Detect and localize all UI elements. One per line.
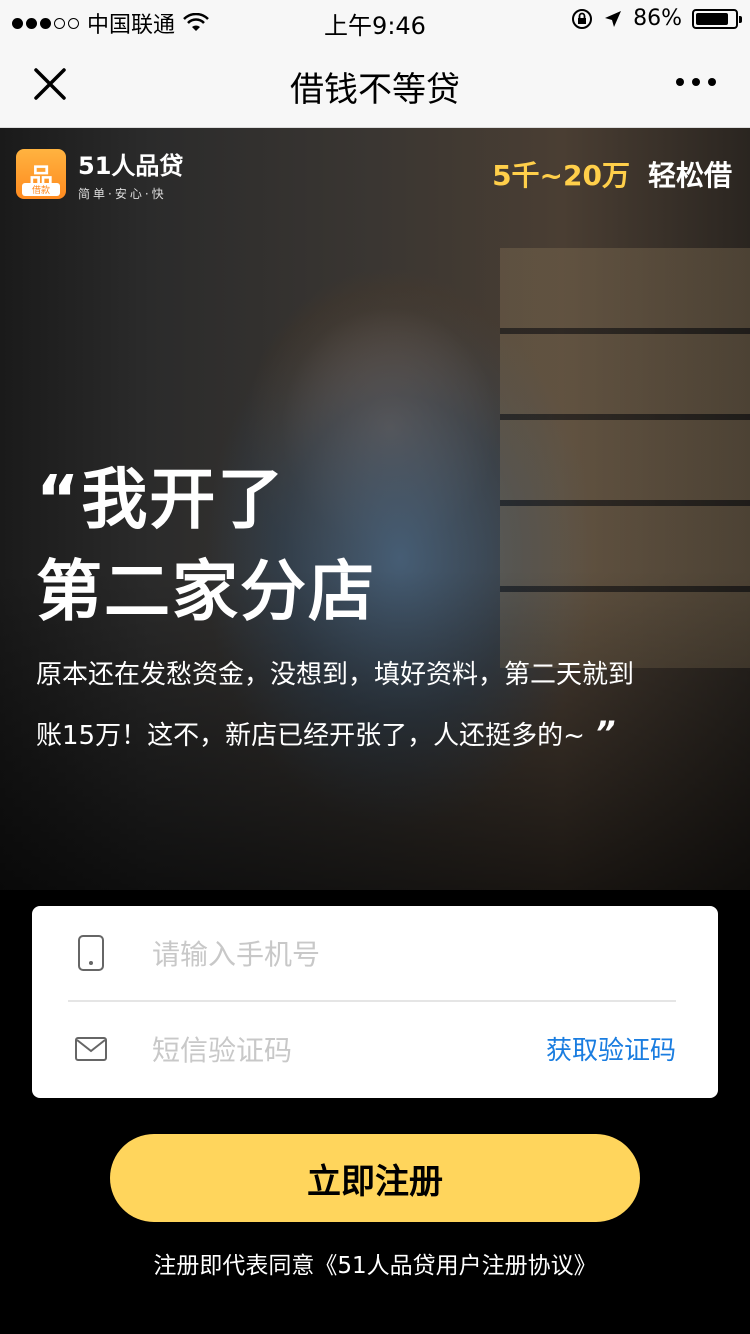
more-icon[interactable]	[676, 70, 720, 94]
phone-icon	[78, 935, 104, 971]
close-quote: ”	[594, 714, 616, 752]
code-row: 获取验证码	[32, 1002, 718, 1096]
mail-icon	[75, 1037, 107, 1061]
navigation-bar: 借钱不等贷	[0, 40, 750, 128]
page-title: 借钱不等贷	[290, 70, 460, 110]
brand-name: 51人品贷	[78, 152, 184, 180]
battery-percent: 86%	[633, 6, 682, 31]
register-form: 获取验证码	[32, 906, 718, 1098]
phone-row	[32, 906, 718, 1000]
status-bar: 中国联通 上午9:46 86%	[0, 0, 750, 40]
headline-line-1: “我开了	[36, 461, 286, 538]
phone-input[interactable]	[150, 928, 534, 980]
agreement-link[interactable]: 注册即代表同意《51人品贷用户注册协议》	[0, 1246, 750, 1280]
brand-slogan: 简单·安心·快	[78, 187, 167, 201]
brand-logo: 品 借款 51人品贷 简单·安心·快	[16, 146, 183, 202]
rotation-lock-icon	[572, 8, 593, 29]
headline-line-2: 第二家分店	[36, 553, 376, 630]
get-code-button[interactable]: 获取验证码	[546, 1030, 676, 1067]
promo-banner: 5千~20万 轻松借	[492, 154, 732, 194]
battery-icon	[692, 8, 742, 29]
promo-text: 轻松借	[647, 159, 732, 192]
hero-banner: 品 借款 51人品贷 简单·安心·快 5千~20万 轻松借 “我开了 第二家分店 …	[0, 128, 750, 890]
register-button[interactable]: 立即注册	[110, 1134, 640, 1222]
promo-amount: 5千~20万	[492, 159, 630, 192]
status-right: 86%	[571, 6, 742, 31]
location-icon	[605, 10, 622, 27]
testimonial-text: 原本还在发愁资金，没想到，填好资料，第二天就到账15万！这不，新店已经开张了，人…	[36, 660, 635, 752]
brand-badge-icon: 品 借款	[16, 149, 66, 199]
sms-code-input[interactable]	[150, 1024, 534, 1076]
